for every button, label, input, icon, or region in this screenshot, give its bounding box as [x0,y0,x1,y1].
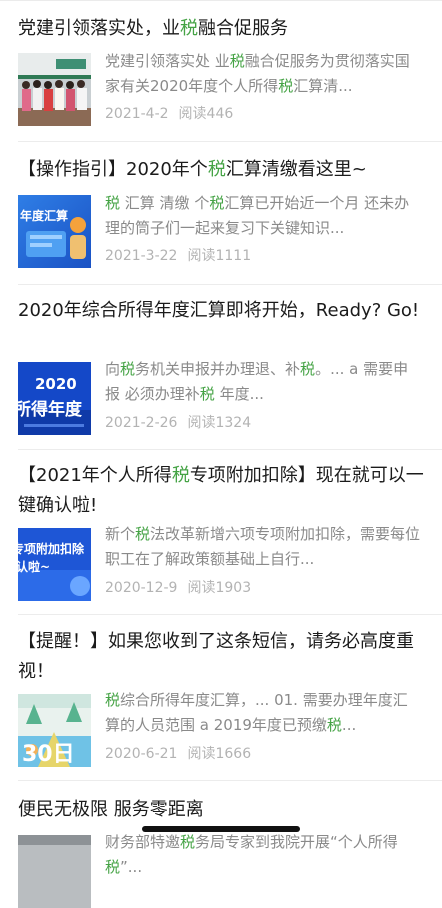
article-thumbnail[interactable]: 30日 [18,694,91,767]
text-run: 向 [105,360,121,378]
text-run: 【操作指引】2020年个 [18,159,208,180]
home-indicator[interactable] [142,826,300,832]
text-run: 【2021年个人所得 [18,465,172,486]
article-title[interactable]: 2020年综合所得年度汇算即将开始，Ready? Go! [18,296,428,326]
keyword-highlight: 税 [105,858,121,876]
banner-caption: 年度汇算 [20,209,69,223]
article-item[interactable]: 【2021年个人所得税专项附加扣除】现在就可以一键确认啦! 专项附加扣除 认啦~… [0,450,442,615]
keyword-highlight: 税 [171,465,190,486]
article-thumbnail[interactable]: 年度汇算 [18,195,91,268]
banner-caption: 所得年度 [18,400,82,420]
read-count: 阅读1666 [187,746,252,762]
article-thumbnail[interactable]: 专项附加扣除 认啦~ [18,528,91,601]
banner-year: 2020 [35,375,77,393]
keyword-highlight: 税 [120,360,136,378]
keyword-highlight: 税 [105,194,121,212]
article-item[interactable]: 2020年综合所得年度汇算即将开始，Ready? Go! 2020 所得年度 向税… [0,285,442,450]
event-photo-image [18,835,91,908]
text-run: 务机关申报并办理退、补 [135,360,301,378]
article-summary: 财务部特邀税务局专家到我院开展“个人所得税”... [105,830,422,880]
read-count: 阅读1111 [187,248,252,264]
article-item[interactable]: 党建引领落实处，业税融合促服务 党建引领落实处 业税融合促服务为贯彻落实国家有关… [0,0,442,142]
keyword-highlight: 税 [105,691,121,709]
text-run: 便民无极限 服务零距离 [18,799,204,820]
article-title[interactable]: 【操作指引】2020年个税汇算清缴看这里~ [18,155,428,185]
article-thumbnail[interactable] [18,835,91,908]
keyword-highlight: 税 [180,18,198,39]
article-item[interactable]: 【操作指引】2020年个税汇算清缴看这里~ 年度汇算税 汇算 清缴 个税汇算已开… [0,142,442,285]
keyword-highlight: 税 [207,159,226,180]
text-run: 法改革新增六项专项附加扣除，需要每位职工在了解政策额基础上自行... [105,525,421,568]
banner-caption: 专项附加扣除 [18,542,85,556]
keyword-highlight: 税 [199,385,215,403]
article-meta: 2021-2-26 阅读1324 [105,413,251,433]
article-summary: 税综合所得年度汇算，... 01. 需要办理年度汇算的人员范围 a 2019年度… [105,688,422,738]
text-run: 汇算清... [293,77,353,95]
group-photo-image [18,53,91,126]
article-item[interactable]: 【提醒！】如果您收到了这条短信，请务必高度重视！ 30日 税综合所得年度汇算，..… [0,615,442,781]
article-title[interactable]: 【提醒！】如果您收到了这条短信，请务必高度重视！ [18,627,428,687]
text-run: 务局专家到我院开展“个人所得 [195,833,398,851]
tax-guide-banner-image [18,195,91,268]
publish-date: 2021-3-22 [105,248,178,264]
publish-date: 2021-2-26 [105,415,178,431]
article-meta: 2020-6-21 阅读1666 [105,744,251,764]
publish-date: 2020-6-21 [105,746,178,762]
article-meta: 2021-3-22 阅读1111 [105,246,251,266]
article-summary: 党建引领落实处 业税融合促服务为贯彻落实国家有关2020年度个人所得税汇算清..… [105,49,422,99]
text-run: ... [341,716,357,734]
publish-date: 2021-4-2 [105,106,169,122]
article-summary: 税 汇算 清缴 个税汇算已开始近一个月 还未办理的筒子们一起来复习下关键知识..… [105,191,422,241]
text-run: 财务部特邀 [105,833,181,851]
read-count: 阅读1903 [187,580,252,596]
poster-caption: 30日 [22,742,75,767]
keyword-highlight: 税 [229,52,245,70]
text-run: 汇算 清缴 个 [120,194,210,212]
text-run: 融合促服务 [198,18,288,39]
text-run: 【提醒！】如果您收到了这条短信，请务必高度重视！ [18,631,414,682]
publish-date: 2020-12-9 [105,580,178,596]
read-count: 阅读1324 [187,415,252,431]
text-run: 党建引领落实处，业 [18,18,180,39]
keyword-highlight: 税 [180,833,196,851]
article-summary: 新个税法改革新增六项专项附加扣除，需要每位职工在了解政策额基础上自行... [105,522,422,572]
keyword-highlight: 税 [209,194,225,212]
article-thumbnail[interactable]: 2020 所得年度 [18,362,91,435]
article-title[interactable]: 党建引领落实处，业税融合促服务 [18,14,428,44]
text-run: 党建引领落实处 业 [105,52,230,70]
text-run: ”... [120,858,143,876]
article-title[interactable]: 【2021年个人所得税专项附加扣除】现在就可以一键确认啦! [18,461,428,521]
keyword-highlight: 税 [135,525,151,543]
article-item[interactable]: 便民无极限 服务零距离 财务部特邀税务局专家到我院开展“个人所得税”... [0,781,442,908]
keyword-highlight: 税 [278,77,294,95]
keyword-highlight: 税 [326,716,342,734]
article-summary: 向税务机关申报并办理退、补税。... a 需要申报 必须办理补税 年度... [105,357,422,407]
text-run: 新个 [105,525,136,543]
banner-caption-2: 认啦~ [18,560,51,574]
article-meta: 2021-4-2 阅读446 [105,104,233,124]
text-run: 汇算清缴看这里~ [225,159,367,180]
article-meta: 2020-12-9 阅读1903 [105,578,251,598]
text-run: 2020年综合所得年度汇算即将开始，Ready? Go! [18,300,420,321]
text-run: 综合所得年度汇算，... 01. 需要办理年度汇算的人员范围 a 2019年度已… [105,691,408,734]
text-run: 年度... [214,385,264,403]
article-title[interactable]: 便民无极限 服务零距离 [18,795,428,825]
article-thumbnail[interactable] [18,53,91,126]
read-count: 阅读446 [178,106,234,122]
keyword-highlight: 税 [300,360,316,378]
